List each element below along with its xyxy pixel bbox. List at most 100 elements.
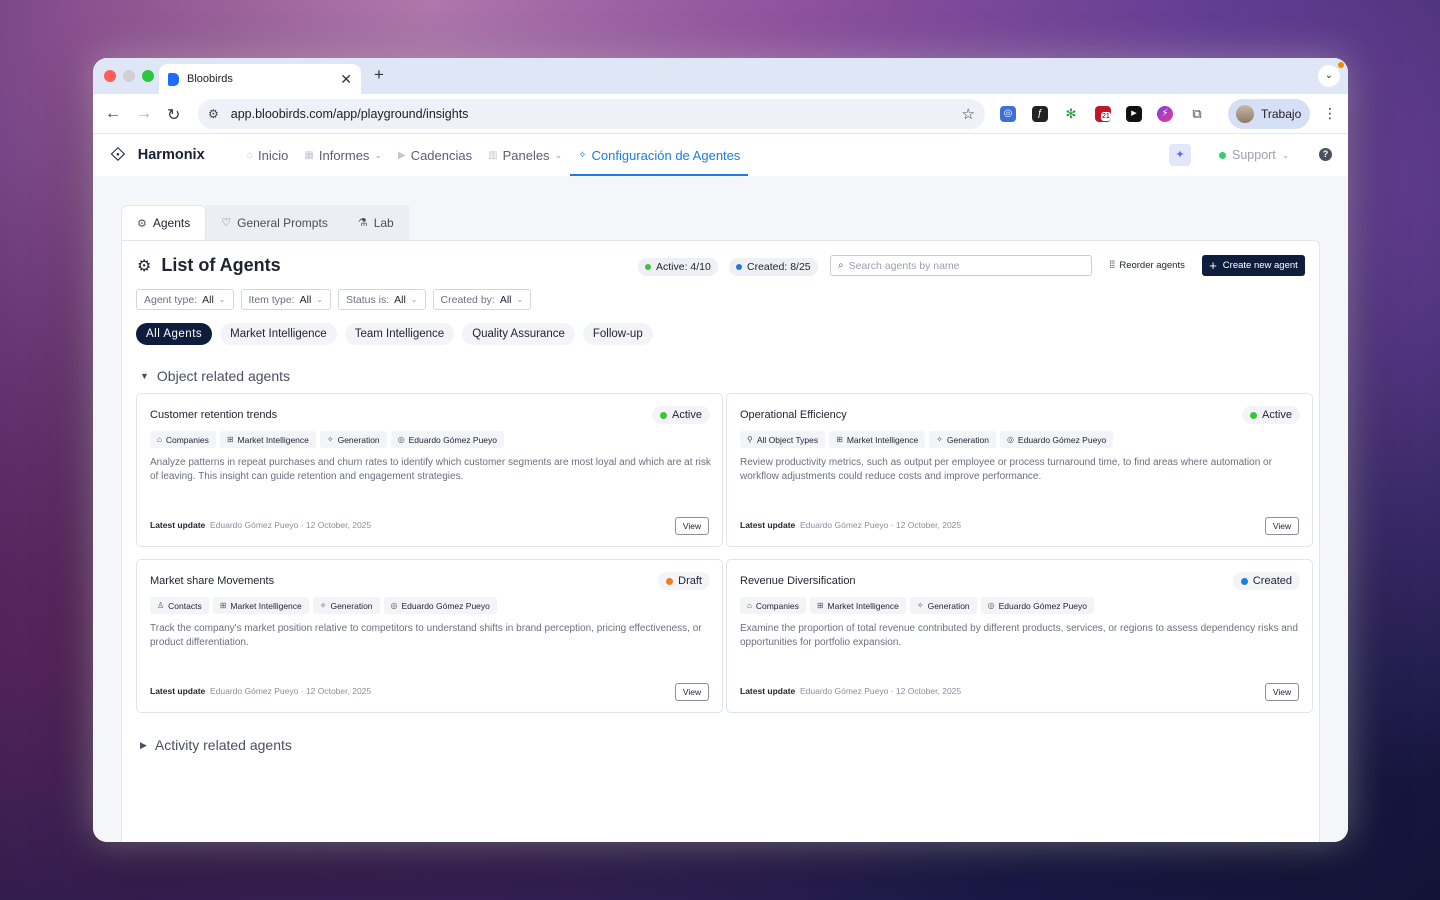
extension-2-icon[interactable]: ƒ [1032,106,1048,122]
wand-icon: ✦ [1175,149,1185,161]
latest-update-label: Latest update [740,520,796,530]
top-navigation: ⌂ Inicio ▦ Informes ⌄ ▶ Cadencias ▥ Pane… [239,134,749,176]
extension-5-icon[interactable]: ▶ [1126,106,1142,122]
view-button[interactable]: View [1265,683,1299,701]
new-tab-button[interactable]: + [374,65,384,85]
extension-1-icon[interactable]: ◎ [1000,106,1016,122]
back-arrow-icon[interactable]: ← [105,105,121,123]
filter-created-by[interactable]: Created by: All ⌄ [432,289,532,310]
page-title: List of Agents [161,255,281,275]
tab-general-prompts[interactable]: ♡ General Prompts [206,205,343,240]
nav-item-inicio[interactable]: ⌂ Inicio [239,134,296,176]
agent-card[interactable]: Market share Movements Draft ♙ Contacts ⊞… [136,559,723,713]
view-button[interactable]: View [1265,517,1299,535]
status-badge: Draft [658,572,710,590]
close-window-button[interactable] [104,70,116,82]
brand[interactable]: ⟐ Harmonix [110,145,205,165]
latest-update-value: Eduardo Gómez Pueyo · 12 October, 2025 [210,686,372,696]
support-menu[interactable]: Support ⌄ [1219,148,1289,162]
agent-description: Track the company's market position rela… [150,623,702,648]
extensions-puzzle-icon[interactable]: ⧉ [1189,106,1205,122]
tag: ◎ Eduardo Gómez Pueyo [390,431,504,448]
filter-value: All [394,293,406,306]
nav-item-cadencias[interactable]: ▶ Cadencias [390,134,480,176]
category-follow-up[interactable]: Follow-up [582,323,653,345]
reload-icon[interactable]: ↻ [167,105,180,125]
tag-label: Market Intelligence [846,434,919,445]
close-tab-icon[interactable]: ✕ [340,71,352,88]
nav-item-informes[interactable]: ▦ Informes ⌄ [296,134,390,176]
tab-search-button[interactable]: ⌄ [1318,65,1340,87]
bookmark-star-icon[interactable]: ☆ [962,105,975,123]
chevron-down-icon: ⌄ [374,149,382,160]
active-count-badge: Active: 4/10 [638,258,718,276]
extension-3-icon[interactable]: ✻ [1063,106,1079,122]
status-badge: Active [1242,406,1300,424]
brand-name: Harmonix [137,147,205,163]
search-input[interactable]: ⌕ Search agents by name [830,255,1092,276]
assistant-button[interactable]: ✦ [1169,144,1191,166]
tag-label: Eduardo Gómez Pueyo [401,600,490,611]
filter-item-type[interactable]: Item type: All ⌄ [240,289,331,310]
tab-label: General Prompts [237,215,328,230]
tag: ⊞ Market Intelligence [212,597,309,614]
agent-card[interactable]: Operational Efficiency Active ⚲ All Objec… [726,393,1313,547]
agent-title: Operational Efficiency [740,409,847,421]
filter-label: Status is: [345,293,390,306]
bloobirds-favicon-icon [168,72,179,86]
category-all-agents[interactable]: All Agents [136,323,213,345]
tab-agents[interactable]: ⚙ Agents [121,205,207,240]
tag-label: All Object Types [756,434,819,445]
nav-item-paneles[interactable]: ▥ Paneles ⌄ [480,134,570,176]
section-object-related[interactable]: ▼ Object related agents [140,368,290,384]
agent-description: Examine the proportion of total revenue … [740,623,1298,648]
agent-title: Customer retention trends [150,409,278,421]
nav-item-configuracion-agentes[interactable]: ✧ Configuración de Agentes [570,134,749,176]
grid-icon: ⊞ [836,435,843,444]
tag-label: Market Intelligence [827,600,899,611]
site-info-icon[interactable]: ⚙ [208,107,219,121]
latest-update: Latest update Eduardo Gómez Pueyo · 12 O… [740,520,961,530]
category-quality-assurance[interactable]: Quality Assurance [462,323,575,345]
chevron-down-icon: ⌄ [1281,149,1290,160]
section-title: Object related agents [156,368,291,384]
chevron-down-icon: ⌄ [554,149,563,160]
profile-button[interactable]: Trabajo [1228,99,1310,129]
reorder-agents-button[interactable]: ⁞⁞⁞ Reorder agents [1109,260,1185,271]
filter-agent-type[interactable]: Agent type: All ⌄ [136,289,234,310]
agent-card[interactable]: Revenue Diversification Created ⌂ Compani… [726,559,1313,713]
filter-label: Item type: [248,293,295,306]
browser-tab[interactable]: Bloobirds ✕ [159,64,361,94]
view-button[interactable]: View [675,683,709,701]
browser-menu-icon[interactable]: ⋮ [1323,105,1337,122]
section-activity-related[interactable]: ▶ Activity related agents [140,737,292,753]
view-button[interactable]: View [675,517,709,535]
filter-value: All [299,293,312,306]
extension-4-icon[interactable]: 21 [1095,106,1111,122]
tag-label: Eduardo Gómez Pueyo [408,434,497,445]
section-title: Activity related agents [154,737,292,753]
category-team-intelligence[interactable]: Team Intelligence [344,323,455,345]
help-icon[interactable]: ? [1319,148,1332,161]
search-placeholder: Search agents by name [848,259,960,272]
minimize-window-button[interactable] [123,70,135,82]
agent-card[interactable]: Customer retention trends Active ⌂ Compan… [136,393,723,547]
address-bar[interactable]: ⚙ app.bloobirds.com/app/playground/insig… [198,99,985,129]
tab-lab[interactable]: ⚗ Lab [342,205,409,240]
create-label: Create new agent [1222,260,1298,271]
create-new-agent-button[interactable]: + Create new agent [1202,255,1305,276]
forward-arrow-icon[interactable]: → [136,105,152,123]
window-controls [104,70,154,82]
category-market-intelligence[interactable]: Market Intelligence [220,323,337,345]
chevron-down-icon: ⌄ [316,295,323,304]
maximize-window-button[interactable] [142,70,154,82]
status-label: Created [1252,575,1292,587]
person-icon: ♙ [157,601,165,610]
reorder-label: Reorder agents [1119,260,1185,271]
url-text: app.bloobirds.com/app/playground/insight… [230,107,469,121]
chevron-down-icon: ⌄ [410,295,418,304]
extension-6-icon[interactable]: ⚡ [1157,106,1173,122]
tag-label: Generation [330,600,373,611]
tag: ♙ Contacts [150,597,209,614]
filter-status[interactable]: Status is: All ⌄ [337,289,426,310]
